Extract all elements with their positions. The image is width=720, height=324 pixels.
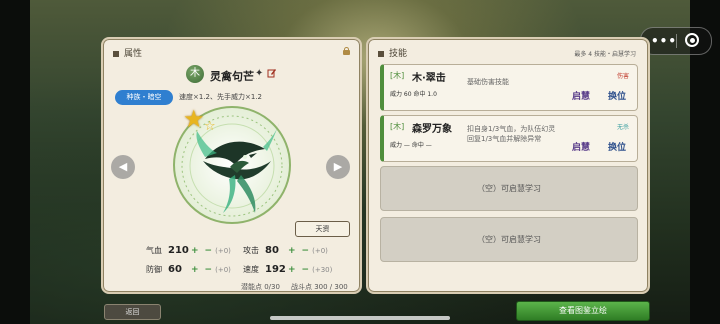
skill-stats: 威力 — 命中 — <box>390 142 432 149</box>
attributes-panel: 属性 木 灵禽句芒 ✦ 种族・暗空 速度×1.2、先手威力×1.2 ★ ☆ 天资… <box>101 37 362 294</box>
back-button[interactable]: 返回 <box>104 304 161 320</box>
stat-defense: 防御 60 + − (+0) <box>146 264 231 275</box>
stat-label: 气血 <box>146 246 162 255</box>
stat-bonus: (+30) <box>312 266 333 274</box>
skill-description-line1: 扣自身1/3气血，为队伍幻灵 <box>467 125 556 133</box>
close-icon-dot <box>690 38 695 43</box>
plus-button[interactable]: + <box>288 265 296 275</box>
diamond-icon: ✦ <box>255 68 264 79</box>
talent-button[interactable]: 天资 <box>295 221 350 237</box>
combat-points: 战斗点 300 / 300 <box>291 283 348 291</box>
stat-label: 防御 <box>146 265 162 274</box>
view-illustration-button[interactable]: 查看图鉴立绘 <box>516 301 650 321</box>
trait-text: 速度×1.2、先手威力×1.2 <box>179 93 262 101</box>
stat-attack: 攻击 80 + − (+0) <box>243 245 328 256</box>
stat-value: 210 <box>168 245 189 256</box>
skill-description: 基础伤害技能 <box>467 78 509 86</box>
skills-hint: 最多 4 技能・启慧学习 <box>574 51 636 58</box>
empty-skill-slot[interactable]: （空）可启慧学习 <box>380 217 638 262</box>
swap-button[interactable]: 换位 <box>608 140 626 153</box>
stat-hp: 气血 210 + − (+0) <box>146 245 231 256</box>
skill-stats: 威力 60 命中 1.0 <box>390 91 437 98</box>
stat-bonus: (+0) <box>215 247 231 255</box>
mini-program-capsule: ••• <box>640 27 712 55</box>
skill-element: [木] <box>390 122 405 131</box>
stat-value: 192 <box>265 264 286 275</box>
skill-element: [木] <box>390 71 405 80</box>
skill-description-line2: 回复1/3气血并解除异常 <box>467 135 542 143</box>
home-indicator <box>270 316 450 320</box>
previous-arrow-icon[interactable]: ◀ <box>111 155 135 179</box>
skills-title-text: 技能 <box>389 49 408 59</box>
plus-button[interactable]: + <box>191 246 199 256</box>
capsule-divider <box>676 34 677 48</box>
minus-button[interactable]: − <box>302 265 310 275</box>
potential-points: 潜能点 0/30 <box>241 283 280 291</box>
minus-button[interactable]: − <box>205 246 213 256</box>
empty-skill-slot[interactable]: （空）可启慧学习 <box>380 166 638 211</box>
stat-value: 80 <box>265 245 279 256</box>
race-tag: 种族・暗空 <box>115 90 173 105</box>
enlighten-button[interactable]: 启慧 <box>572 140 590 153</box>
minus-button[interactable]: − <box>302 246 310 256</box>
stat-label: 速度 <box>243 265 259 274</box>
skill-name: 森罗万象 <box>412 124 452 135</box>
skills-panel-title: 技能 <box>378 46 407 59</box>
plus-button[interactable]: + <box>191 265 199 275</box>
star-icon-large: ★ <box>183 105 205 133</box>
stat-value: 60 <box>168 264 182 275</box>
skill-card-1[interactable]: [木] 木·翠击 基础伤害技能 伤害 威力 60 命中 1.0 启慧 换位 <box>380 64 638 111</box>
plus-button[interactable]: + <box>288 246 296 256</box>
edit-name-icon[interactable] <box>267 68 277 81</box>
enlighten-button[interactable]: 启慧 <box>572 89 590 102</box>
star-icon-small: ☆ <box>204 119 216 134</box>
stat-bonus: (+0) <box>215 266 231 274</box>
title-square-icon <box>113 50 119 57</box>
skill-card-2[interactable]: [木] 森罗万象 扣自身1/3气血，为队伍幻灵 回复1/3气血并解除异常 无杀 … <box>380 115 638 162</box>
next-arrow-icon[interactable]: ▶ <box>326 155 350 179</box>
skill-tag: 无杀 <box>616 124 629 131</box>
stat-label: 攻击 <box>243 246 259 255</box>
stat-speed: 速度 192 + − (+30) <box>243 264 332 275</box>
screen-edge-left <box>0 0 30 324</box>
minus-button[interactable]: − <box>205 265 213 275</box>
title-square-icon <box>378 50 384 57</box>
skills-panel: 技能 最多 4 技能・启慧学习 [木] 木·翠击 基础伤害技能 伤害 威力 60… <box>366 37 650 294</box>
attributes-panel-title: 属性 <box>113 46 142 59</box>
skill-name: 木·翠击 <box>412 73 446 84</box>
attributes-title-text: 属性 <box>124 49 143 59</box>
skill-description: 扣自身1/3气血，为队伍幻灵 回复1/3气血并解除异常 <box>467 124 555 144</box>
more-icon[interactable]: ••• <box>651 34 677 48</box>
lock-icon[interactable] <box>343 47 350 55</box>
skill-tag: 伤害 <box>616 73 629 80</box>
swap-button[interactable]: 换位 <box>608 89 626 102</box>
beast-name: 灵禽句芒 <box>210 70 254 83</box>
wood-element-icon: 木 <box>186 65 204 83</box>
stat-bonus: (+0) <box>312 247 328 255</box>
